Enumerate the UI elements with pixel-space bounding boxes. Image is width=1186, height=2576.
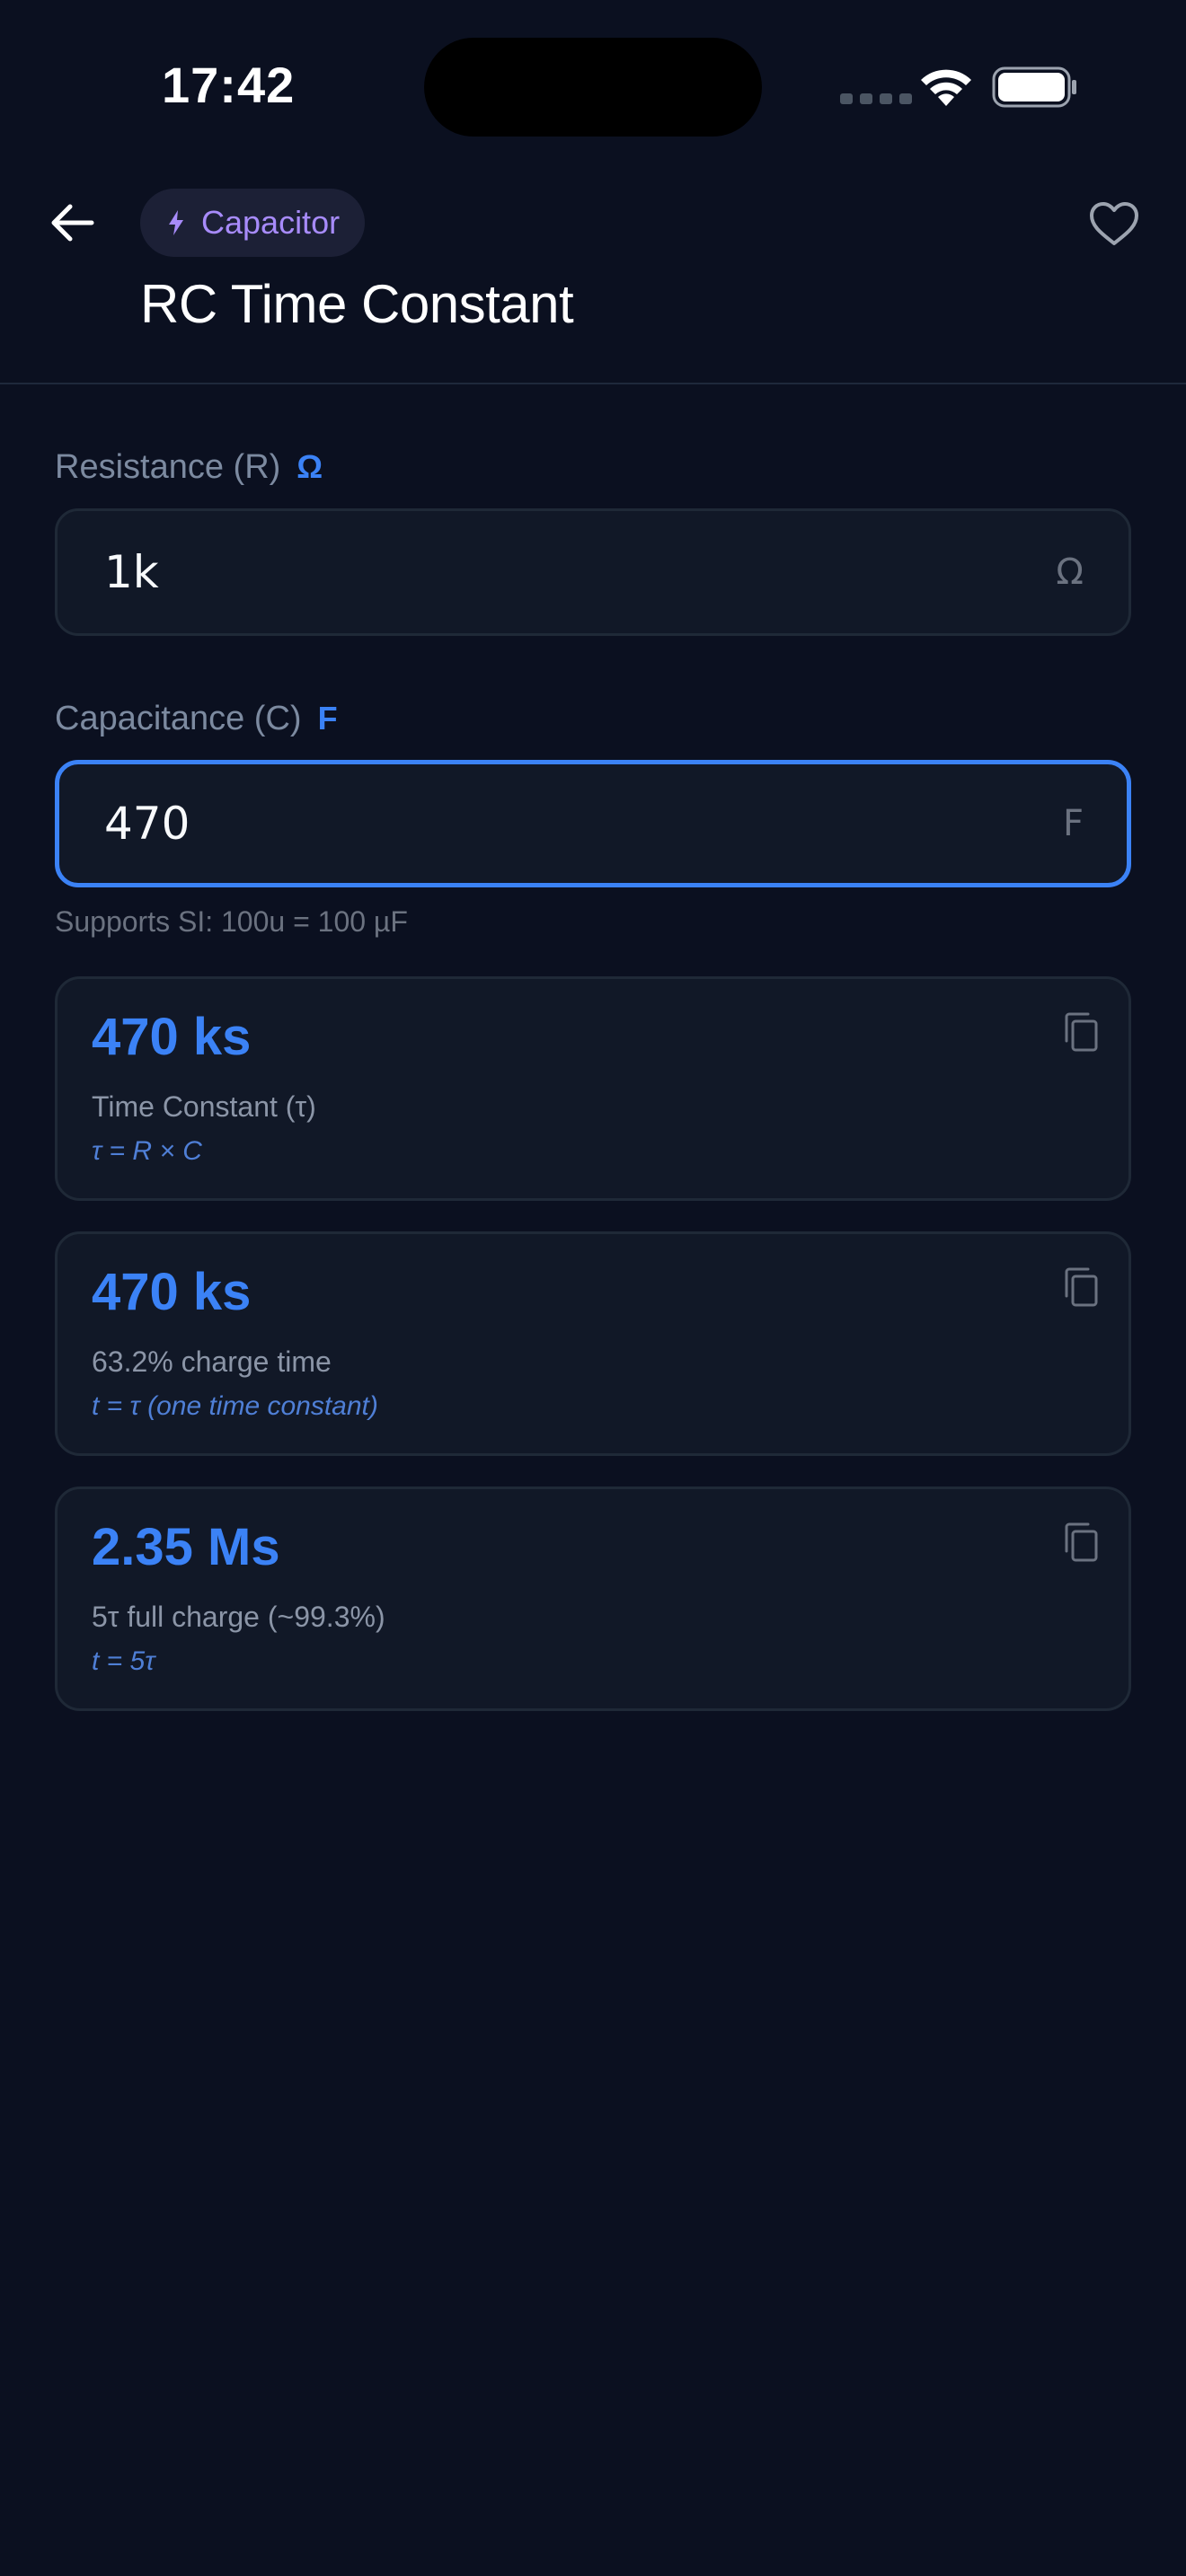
battery-icon <box>992 66 1076 108</box>
copy-button[interactable] <box>1058 1010 1103 1054</box>
result-formula: t = τ (one time constant) <box>92 1391 378 1421</box>
resistance-suffix: Ω <box>1056 551 1084 593</box>
capacitance-input-box[interactable]: F <box>55 760 1131 887</box>
arrow-left-icon <box>51 204 94 242</box>
copy-button[interactable] <box>1058 1520 1103 1565</box>
status-time: 17:42 <box>162 57 296 113</box>
result-card-charge-time: 470 ks 63.2% charge time t = τ (one time… <box>55 1231 1131 1456</box>
result-formula: τ = R × C <box>92 1136 202 1166</box>
result-value: 2.35 Ms <box>92 1518 280 1576</box>
result-value: 470 ks <box>92 1263 252 1321</box>
capacitance-unit: F <box>317 700 338 737</box>
result-card-time-constant: 470 ks Time Constant (τ) τ = R × C <box>55 976 1131 1201</box>
category-chip[interactable]: Capacitor <box>140 189 366 257</box>
heart-outline-icon <box>1090 202 1138 245</box>
result-label: Time Constant (τ) <box>92 1090 316 1123</box>
capacitance-suffix: F <box>1062 803 1084 844</box>
result-value: 470 ks <box>92 1008 252 1066</box>
resistance-unit: Ω <box>296 448 323 485</box>
dynamic-island <box>424 38 762 137</box>
cellular-signal-icon <box>840 93 912 104</box>
copy-icon <box>1065 1012 1098 1052</box>
bolt-icon <box>169 210 183 235</box>
capacitance-input[interactable] <box>102 797 1063 851</box>
result-label: 5τ full charge (~99.3%) <box>92 1601 385 1633</box>
capacitance-help-text: Supports SI: 100u = 100 µF <box>55 905 408 938</box>
wifi-icon <box>921 69 971 106</box>
page-title: RC Time Constant <box>140 274 574 334</box>
calculator-form: Resistance (R) Ω Ω Capacitance (C) F F S… <box>55 384 1131 1711</box>
result-formula: t = 5τ <box>92 1646 155 1676</box>
back-button[interactable] <box>43 193 102 252</box>
copy-icon <box>1065 1522 1098 1562</box>
result-label: 63.2% charge time <box>92 1345 332 1378</box>
status-bar: 17:42 <box>0 0 1186 171</box>
header: Capacitor RC Time Constant <box>0 171 1186 384</box>
favorite-button[interactable] <box>1083 192 1146 255</box>
copy-button[interactable] <box>1058 1265 1103 1310</box>
resistance-input-box[interactable]: Ω <box>55 508 1131 636</box>
copy-icon <box>1065 1267 1098 1307</box>
category-label: Capacitor <box>201 204 341 241</box>
resistance-label: Resistance (R) Ω <box>55 447 323 486</box>
result-card-full-charge: 2.35 Ms 5τ full charge (~99.3%) t = 5τ <box>55 1486 1131 1711</box>
capacitance-label: Capacitance (C) F <box>55 699 338 737</box>
resistance-input[interactable] <box>102 545 1057 599</box>
